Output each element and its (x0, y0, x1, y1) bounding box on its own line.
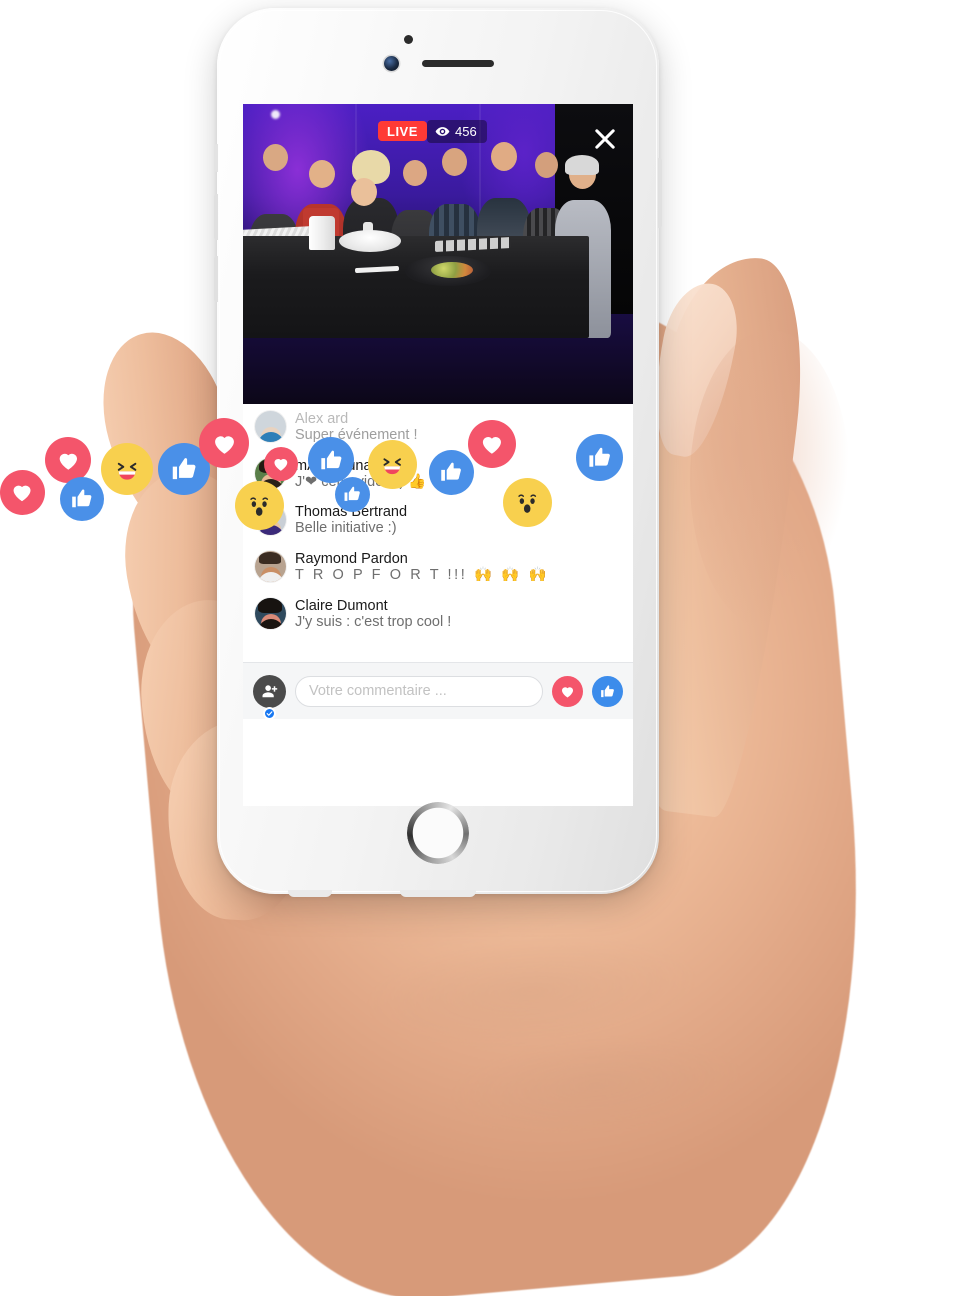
person-add-icon[interactable] (253, 674, 286, 708)
paper-roll (309, 216, 335, 250)
comment-input[interactable] (295, 675, 543, 707)
close-icon[interactable] (591, 125, 619, 153)
proximity-sensor-icon (404, 35, 413, 44)
ring-switch[interactable] (214, 144, 218, 172)
volume-down-button[interactable] (214, 256, 218, 302)
viewer-count-value: 456 (455, 123, 477, 139)
counter-front (243, 236, 589, 338)
heart-reaction-button[interactable] (552, 675, 583, 707)
thumb-knuckle (690, 330, 850, 630)
comment-text: J'y suis : c'est trop cool ! (295, 613, 452, 630)
verified-badge-icon (263, 707, 276, 720)
waving-hand (351, 178, 377, 206)
earpiece-speaker (422, 60, 494, 67)
crowd (243, 138, 633, 338)
comment-author: mArie Dunand (295, 457, 388, 474)
volume-up-button[interactable] (214, 194, 218, 240)
list-item[interactable]: mArie Dunand J'❤ cette vidéo :) 👍 (243, 451, 633, 720)
lightning-port (400, 890, 476, 897)
person-head (263, 144, 288, 171)
comment-author: Claire Dumont (295, 597, 388, 614)
comment-text: J'❤ cette vidéo :) 👍 (295, 473, 427, 490)
front-camera-icon (384, 56, 399, 71)
power-button[interactable] (658, 158, 662, 228)
comment-text: T R O P F O R T !!! 🙌 🙌 🙌 (295, 567, 550, 584)
video-overlay-bar: LIVE 456 (243, 116, 633, 149)
viewer-count-badge: 456 (427, 119, 487, 143)
phone-screen: LIVE 456 Alex ard Super événement ! mAri… (243, 104, 633, 806)
speaker-grille (288, 890, 332, 897)
comment-author: Thomas Bertrand (295, 504, 408, 521)
comment-composer (243, 662, 633, 719)
person-head (491, 142, 517, 171)
comment-list[interactable]: Alex ard Super événement ! mArie Dunand … (243, 404, 633, 720)
list-item[interactable]: Alex ard Super événement ! (243, 404, 633, 451)
screenshot-root: LIVE 456 Alex ard Super événement ! mAri… (0, 0, 963, 1296)
live-video-player[interactable]: LIVE 456 (243, 104, 633, 404)
avatar[interactable] (255, 550, 286, 582)
live-badge: LIVE (378, 121, 427, 141)
person-head (535, 152, 558, 178)
avatar[interactable] (255, 411, 286, 442)
phone-body: LIVE 456 Alex ard Super événement ! mAri… (214, 8, 662, 897)
person-head (403, 160, 427, 186)
gray-hair (565, 155, 599, 175)
avatar[interactable] (255, 504, 286, 536)
comment-text: Super événement ! (295, 427, 418, 444)
list-item[interactable]: Raymond Pardon T R O P F O R T !!! 🙌 🙌 🙌 (243, 544, 633, 591)
person-head (442, 148, 467, 176)
eye-icon (435, 124, 450, 139)
person-head (309, 160, 335, 188)
like-reaction-button[interactable] (592, 675, 623, 707)
plated-dish (431, 262, 473, 278)
list-item[interactable]: Thomas Bertrand Belle initiative :) (243, 497, 633, 544)
comment-text: Belle initiative :) (295, 520, 397, 537)
comment-author: Alex ard (295, 411, 349, 427)
comment-author: Raymond Pardon (295, 550, 408, 567)
home-button[interactable] (407, 802, 469, 864)
white-plate (339, 230, 401, 252)
avatar[interactable] (255, 457, 286, 489)
list-item[interactable]: Claire Dumont J'y suis : c'est trop cool… (243, 591, 633, 638)
avatar[interactable] (255, 597, 286, 629)
